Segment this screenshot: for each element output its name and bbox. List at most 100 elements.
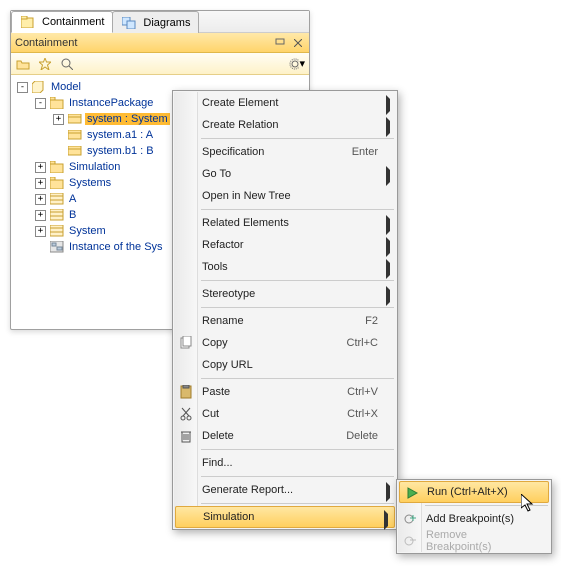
accelerator: F2: [365, 315, 378, 327]
tab-label: Containment: [42, 16, 104, 28]
tab-strip: Containment Diagrams: [11, 11, 309, 33]
menu-label: Related Elements: [202, 217, 378, 229]
menu-item-create-relation[interactable]: Create Relation: [174, 114, 396, 136]
menu-item-cut[interactable]: Cut Ctrl+X: [174, 403, 396, 425]
submenu-arrow-icon: [386, 99, 390, 111]
menu-label: Copy: [202, 337, 335, 349]
favorite-icon[interactable]: [37, 56, 53, 72]
cls-icon: [49, 192, 65, 206]
menu-label: Generate Report...: [202, 484, 378, 496]
pkg-icon: [49, 176, 65, 190]
menu-item-open-in-new-tree[interactable]: Open in New Tree: [174, 185, 396, 207]
search-icon[interactable]: [59, 56, 75, 72]
submenu-item-remove-breakpoint-s-: Remove Breakpoint(s): [398, 530, 550, 552]
menu-label: Delete: [202, 430, 334, 442]
cls-icon: [49, 224, 65, 238]
submenu-arrow-icon: [386, 263, 390, 275]
submenu-item-run-ctrl-alt-x-[interactable]: Run (Ctrl+Alt+X): [399, 481, 549, 503]
menu-item-delete[interactable]: DeleteDelete: [174, 425, 396, 447]
submenu-arrow-icon: [386, 121, 390, 133]
submenu-item-add-breakpoint-s-[interactable]: Add Breakpoint(s): [398, 508, 550, 530]
accelerator: Enter: [352, 146, 378, 158]
cut-icon: [178, 406, 194, 422]
containment-tab-icon: [20, 15, 36, 29]
minimize-panel-icon[interactable]: [273, 36, 287, 50]
pkg-icon: [49, 160, 65, 174]
tree-expander[interactable]: -: [17, 82, 28, 93]
menu-item-create-element[interactable]: Create Element: [174, 92, 396, 114]
menu-item-specification[interactable]: Specification Enter: [174, 141, 396, 163]
tree-label: system.b1 : B: [85, 145, 156, 157]
menu-item-simulation[interactable]: Simulation: [175, 506, 395, 528]
diagrams-tab-icon: [121, 16, 137, 30]
menu-label: Add Breakpoint(s): [426, 513, 532, 525]
tree-label: Simulation: [67, 161, 122, 173]
menu-label: Remove Breakpoint(s): [426, 529, 532, 553]
tree-label: Model: [49, 81, 83, 93]
menu-item-copy[interactable]: Copy Ctrl+C: [174, 332, 396, 354]
menu-label: Stereotype: [202, 288, 378, 300]
menu-item-tools[interactable]: Tools: [174, 256, 396, 278]
menu-item-go-to[interactable]: Go To: [174, 163, 396, 185]
panel-title: Containment: [15, 37, 77, 49]
menu-item-copy-url[interactable]: Copy URL: [174, 354, 396, 376]
menu-item-generate-report-[interactable]: Generate Report...: [174, 479, 396, 501]
menu-label: Copy URL: [202, 359, 378, 371]
panel-header: Containment: [11, 33, 309, 53]
tree-expander[interactable]: +: [35, 194, 46, 205]
run-icon: [404, 485, 420, 501]
menu-item-related-elements[interactable]: Related Elements: [174, 212, 396, 234]
menu-label: Cut: [202, 408, 335, 420]
tree-expander[interactable]: +: [35, 162, 46, 173]
tree-label: system : System: [85, 113, 170, 125]
tree-expander[interactable]: +: [35, 226, 46, 237]
panel-toolbar: ▾: [11, 53, 309, 75]
delete-icon: [178, 428, 194, 444]
tree-expander[interactable]: +: [53, 114, 64, 125]
context-menu: Create Element Create Relation Specificati…: [172, 90, 398, 530]
accelerator: Ctrl+C: [347, 337, 378, 349]
bpadd-icon: [402, 511, 418, 527]
menu-item-refactor[interactable]: Refactor: [174, 234, 396, 256]
tab-diagrams[interactable]: Diagrams: [112, 11, 199, 33]
menu-item-find-[interactable]: Find...: [174, 452, 396, 474]
menu-label: Refactor: [202, 239, 378, 251]
menu-item-paste[interactable]: Paste Ctrl+V: [174, 381, 396, 403]
menu-label: Find...: [202, 457, 378, 469]
open-icon[interactable]: [15, 56, 31, 72]
tree-label: B: [67, 209, 78, 221]
close-panel-icon[interactable]: [291, 36, 305, 50]
submenu-arrow-icon: [384, 514, 388, 526]
menu-label: Tools: [202, 261, 378, 273]
inst-icon: [67, 144, 83, 158]
pkg-icon: [49, 96, 65, 110]
accelerator: Ctrl+V: [347, 386, 378, 398]
copy-icon: [178, 335, 194, 351]
tree-expander[interactable]: -: [35, 98, 46, 109]
menu-label: Create Relation: [202, 119, 378, 131]
tree-label: InstancePackage: [67, 97, 155, 109]
menu-item-stereotype[interactable]: Stereotype: [174, 283, 396, 305]
menu-label: Create Element: [202, 97, 378, 109]
inst-icon: [67, 112, 83, 126]
tree-label: Instance of the Sys: [67, 241, 165, 253]
menu-item-rename[interactable]: RenameF2: [174, 310, 396, 332]
tree-expander[interactable]: +: [35, 178, 46, 189]
menu-label: Paste: [202, 386, 335, 398]
menu-label: Specification: [202, 146, 340, 158]
diag-icon: [49, 240, 65, 254]
tab-containment[interactable]: Containment: [11, 11, 113, 33]
paste-icon: [178, 384, 194, 400]
submenu-arrow-icon: [386, 486, 390, 498]
tree-label: System: [67, 225, 108, 237]
gear-icon[interactable]: ▾: [289, 56, 305, 72]
tree-expander[interactable]: +: [35, 210, 46, 221]
menu-label: Go To: [202, 168, 378, 180]
submenu-arrow-icon: [386, 219, 390, 231]
tab-label: Diagrams: [143, 17, 190, 29]
accelerator: Ctrl+X: [347, 408, 378, 420]
cls-icon: [49, 208, 65, 222]
inst-icon: [67, 128, 83, 142]
tree-label: system.a1 : A: [85, 129, 155, 141]
menu-label: Run (Ctrl+Alt+X): [427, 486, 531, 498]
